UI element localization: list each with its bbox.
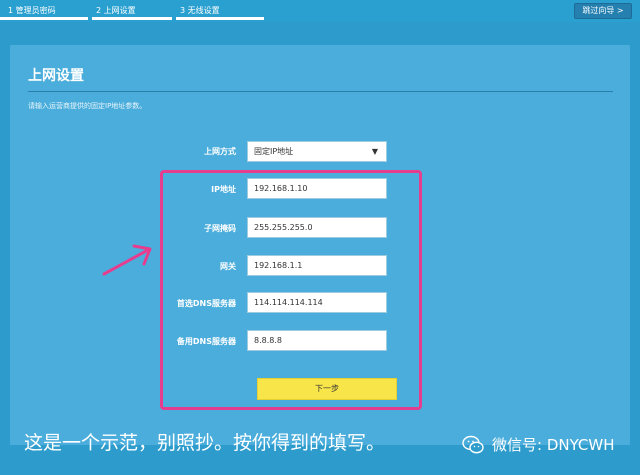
step-progress-2 xyxy=(92,17,172,20)
step-wireless-setup[interactable]: 3 无线设置 xyxy=(180,5,220,16)
connection-mode-select[interactable]: 固定IP地址 ▼ xyxy=(247,141,387,162)
connection-mode-label: 上网方式 xyxy=(204,147,236,156)
highlight-frame xyxy=(160,170,422,410)
instruction-text: 请输入运营商提供的固定IP地址参数。 xyxy=(28,102,147,110)
title-divider xyxy=(28,91,613,92)
wechat-icon xyxy=(462,435,484,454)
step-progress-1 xyxy=(0,17,88,20)
page-title: 上网设置 xyxy=(28,68,84,84)
annotation-arrow-icon xyxy=(102,244,152,276)
dropdown-arrow-icon: ▼ xyxy=(371,147,378,156)
annotation-caption: 这是一个示范，别照抄。按你得到的填写。 xyxy=(24,432,386,454)
step-progress-3 xyxy=(176,17,264,20)
connection-mode-value: 固定IP地址 xyxy=(254,147,294,156)
wizard-steps-bar: 1 管理员密码 2 上网设置 3 无线设置 跳过向导 > xyxy=(0,0,640,22)
wechat-id-text: 微信号: DNYCWH xyxy=(492,436,615,454)
step-internet-setup[interactable]: 2 上网设置 xyxy=(96,5,136,16)
skip-wizard-button[interactable]: 跳过向导 > xyxy=(574,3,632,19)
step-admin-password[interactable]: 1 管理员密码 xyxy=(8,5,56,16)
